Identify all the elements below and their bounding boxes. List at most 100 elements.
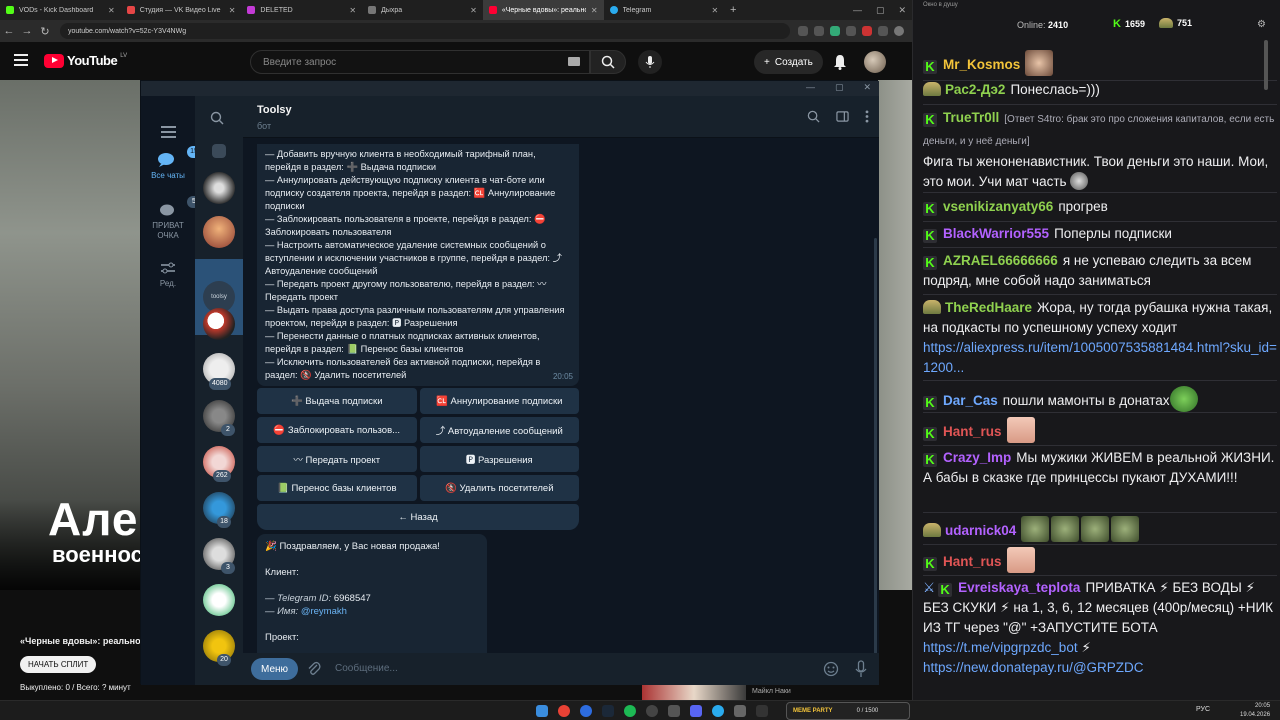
block-user-button[interactable]: ⛔ Заблокировать пользов... [257, 417, 417, 443]
close-icon[interactable]: ✕ [229, 6, 236, 15]
clock[interactable]: 20:05 19.04.2026 [1240, 702, 1270, 720]
avatar[interactable] [864, 51, 886, 73]
app-icon[interactable] [668, 705, 680, 717]
tab-youtube-video[interactable]: «Черные вдовы»: реальность ✕ [482, 0, 604, 20]
back-icon[interactable]: ← [0, 25, 18, 37]
close-icon[interactable]: ✕ [898, 5, 906, 16]
chat-link[interactable]: https://t.me/vipgrpzdc_bot [923, 640, 1078, 655]
reload-icon[interactable]: ↻ [36, 25, 54, 38]
chat-username[interactable]: Dar_Cas [943, 393, 998, 408]
message-input[interactable]: Сообщение... [335, 663, 398, 674]
language-indicator[interactable]: РУС [1196, 706, 1210, 713]
profile-icon[interactable] [894, 26, 904, 36]
chat-link[interactable]: https://new.donatepay.ru/@GRPZDC [923, 660, 1144, 675]
keyboard-icon[interactable] [568, 57, 580, 66]
extension-icon[interactable] [878, 26, 888, 36]
spotify-icon[interactable] [624, 705, 636, 717]
search-button[interactable] [590, 50, 626, 74]
folder-private[interactable]: 5 ПРИВАТ ОЧКА [141, 196, 201, 241]
minimize-icon[interactable]: — [853, 5, 862, 15]
menu-icon[interactable] [161, 126, 176, 141]
maximize-icon[interactable]: ▢ [876, 5, 885, 16]
notifications-button[interactable] [830, 52, 850, 72]
gear-icon[interactable]: ⚙ [1257, 19, 1266, 30]
chat-avatar[interactable] [203, 584, 235, 616]
tab-kick-dashboard[interactable]: VODs - Kick Dashboard ✕ [0, 0, 121, 20]
app-icon[interactable] [734, 705, 746, 717]
extension-icon[interactable] [862, 26, 872, 36]
permissions-button[interactable]: 🅿 Разрешения [419, 446, 579, 472]
archive-icon[interactable] [212, 144, 226, 158]
extension-icon[interactable] [814, 26, 824, 36]
chat-username[interactable]: TheRedHaare [945, 300, 1032, 315]
youtube-logo[interactable]: YouTube LV [44, 53, 127, 68]
url-field[interactable]: youtube.com/watch?v=52c-Y3V4NWg [60, 23, 790, 39]
chat-username[interactable]: TrueTr0ll [943, 110, 999, 125]
tab-deleted[interactable]: DELETED ✕ [241, 0, 362, 20]
search-icon[interactable] [807, 110, 820, 123]
meme-party-widget[interactable]: MEME PARTY 0 / 1500 [786, 702, 910, 720]
voice-search-button[interactable] [638, 50, 662, 74]
windows-start-icon[interactable] [536, 705, 548, 717]
chat-header[interactable]: Toolsy бот [243, 96, 879, 138]
auto-delete-button[interactable]: ⤴ Автоудаление сообщений [419, 417, 579, 443]
transfer-project-button[interactable]: 〰 Передать проект [257, 446, 417, 472]
back-button[interactable]: ← Назад [257, 504, 579, 530]
search-icon[interactable] [210, 111, 224, 125]
close-icon[interactable]: ✕ [712, 6, 719, 15]
folder-edit[interactable]: Ред. [141, 260, 195, 288]
tab-telegram[interactable]: Telegram ✕ [604, 0, 725, 20]
issue-subscription-button[interactable]: ➕ Выдача подписки [257, 388, 417, 414]
chat-username[interactable]: Evreiskaya_teplota [958, 580, 1080, 595]
chat-username[interactable]: Рас2-Дэ2 [945, 82, 1005, 97]
create-button[interactable]: + Создать [754, 50, 823, 74]
bot-menu-button[interactable]: Меню [251, 658, 299, 680]
chat-avatar[interactable] [203, 216, 235, 248]
extension-icon[interactable] [830, 26, 840, 36]
app-icon[interactable] [756, 705, 768, 717]
cancel-subscription-button[interactable]: 🆑 Аннулирование подписки [419, 388, 579, 414]
tab-dyhra[interactable]: Дыхра ✕ [362, 0, 483, 20]
minimize-icon[interactable]: — [806, 82, 815, 93]
start-split-button[interactable]: НАЧАТЬ СПЛИТ [20, 656, 97, 673]
chat-avatar[interactable] [203, 308, 235, 340]
chat-link[interactable]: https://aliexpress.ru/item/1005007535881… [923, 340, 1277, 375]
remove-visitors-button[interactable]: 🚷 Удалить посетителей [419, 475, 579, 501]
chat-username[interactable]: Crazy_Imp [943, 450, 1011, 465]
more-vertical-icon[interactable] [865, 110, 869, 123]
extension-icon[interactable] [846, 26, 856, 36]
steam-icon[interactable] [602, 705, 614, 717]
search-input[interactable]: Введите запрос [250, 50, 590, 74]
browser-icon[interactable] [580, 705, 592, 717]
obs-icon[interactable] [646, 705, 658, 717]
close-icon[interactable]: ✕ [470, 6, 477, 15]
extension-icon[interactable] [798, 26, 808, 36]
sidebar-toggle-icon[interactable] [836, 110, 849, 123]
chat-avatar[interactable] [203, 172, 235, 204]
migrate-clients-button[interactable]: 📗 Перенос базы клиентов [257, 475, 417, 501]
microphone-icon[interactable] [855, 660, 867, 678]
paperclip-icon[interactable] [307, 661, 321, 677]
chrome-icon[interactable] [558, 705, 570, 717]
scrollbar[interactable] [1264, 40, 1268, 90]
menu-icon[interactable] [14, 54, 28, 66]
close-icon[interactable]: ✕ [863, 82, 871, 93]
chat-username[interactable]: Mr_Kosmos [943, 57, 1020, 72]
chat-username[interactable]: Hant_rus [943, 554, 1002, 569]
tab-vk-video[interactable]: Студия — VK Видео Live ✕ [121, 0, 242, 20]
folder-all-chats[interactable]: 15 Все чаты [141, 146, 201, 180]
chat-username[interactable]: udarnick04 [945, 523, 1016, 538]
chat-username[interactable]: BlackWarrior555 [943, 226, 1049, 241]
close-icon[interactable]: ✕ [108, 6, 115, 15]
telegram-icon[interactable] [712, 705, 724, 717]
scrollbar[interactable] [874, 238, 877, 653]
discord-icon[interactable] [690, 705, 702, 717]
chat-username[interactable]: vsenikizanyaty66 [943, 199, 1053, 214]
chat-username[interactable]: AZRAEL66666666 [943, 253, 1058, 268]
forward-icon[interactable]: → [18, 25, 36, 37]
maximize-icon[interactable]: ▢ [835, 82, 844, 93]
close-icon[interactable]: ✕ [591, 6, 598, 15]
close-icon[interactable]: ✕ [349, 6, 356, 15]
related-video-thumbnail[interactable] [642, 684, 746, 700]
new-tab-button[interactable]: + [724, 0, 742, 20]
